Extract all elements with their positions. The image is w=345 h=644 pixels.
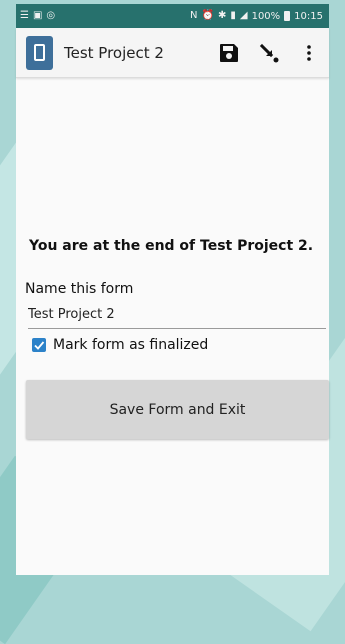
checkmark-icon (34, 341, 45, 350)
status-right-icons: N ⏰ ✱ ▮ ◢ 100% 10:15 (190, 11, 323, 22)
overflow-menu-button[interactable] (289, 33, 329, 73)
phone-screen: ☰ ▣ ◎ N ⏰ ✱ ▮ ◢ 100% 10:15 Test Project … (16, 4, 329, 575)
name-form-label: Name this form (25, 281, 134, 297)
bluetooth-icon: ✱ (217, 10, 227, 21)
finalized-label: Mark form as finalized (53, 337, 209, 353)
finalized-checkbox[interactable] (32, 338, 46, 352)
app-toolbar: Test Project 2 (16, 28, 329, 78)
battery-icon (284, 11, 291, 21)
save-toolbar-button[interactable] (209, 33, 249, 73)
nfc-icon: N (190, 10, 198, 21)
end-of-form-message: You are at the end of Test Project 2. (29, 238, 314, 254)
save-form-and-exit-button[interactable]: Save Form and Exit (26, 380, 329, 439)
signal-icon: ◢ (239, 10, 248, 21)
sim-icon: ▮ (230, 10, 236, 21)
status-bar: ☰ ▣ ◎ N ⏰ ✱ ▮ ◢ 100% 10:15 (16, 4, 329, 28)
clock: 10:15 (294, 10, 323, 22)
status-left-icons: ☰ ▣ ◎ (20, 11, 55, 21)
go-to-end-button[interactable] (249, 33, 289, 73)
more-vertical-icon (307, 44, 311, 61)
form-name-input[interactable] (28, 303, 326, 329)
alarm-icon: ⏰ (201, 10, 214, 21)
toolbar-title: Test Project 2 (64, 43, 164, 62)
menu-icon: ☰ (20, 10, 29, 21)
floppy-disk-icon (220, 43, 238, 62)
battery-percent: 100% (251, 10, 281, 22)
app-logo-icon (26, 35, 53, 70)
image-icon: ▣ (32, 10, 43, 21)
finalized-checkbox-row[interactable]: Mark form as finalized (32, 337, 208, 353)
whatsapp-icon: ◎ (46, 10, 56, 21)
arrow-to-end-icon (259, 43, 279, 62)
